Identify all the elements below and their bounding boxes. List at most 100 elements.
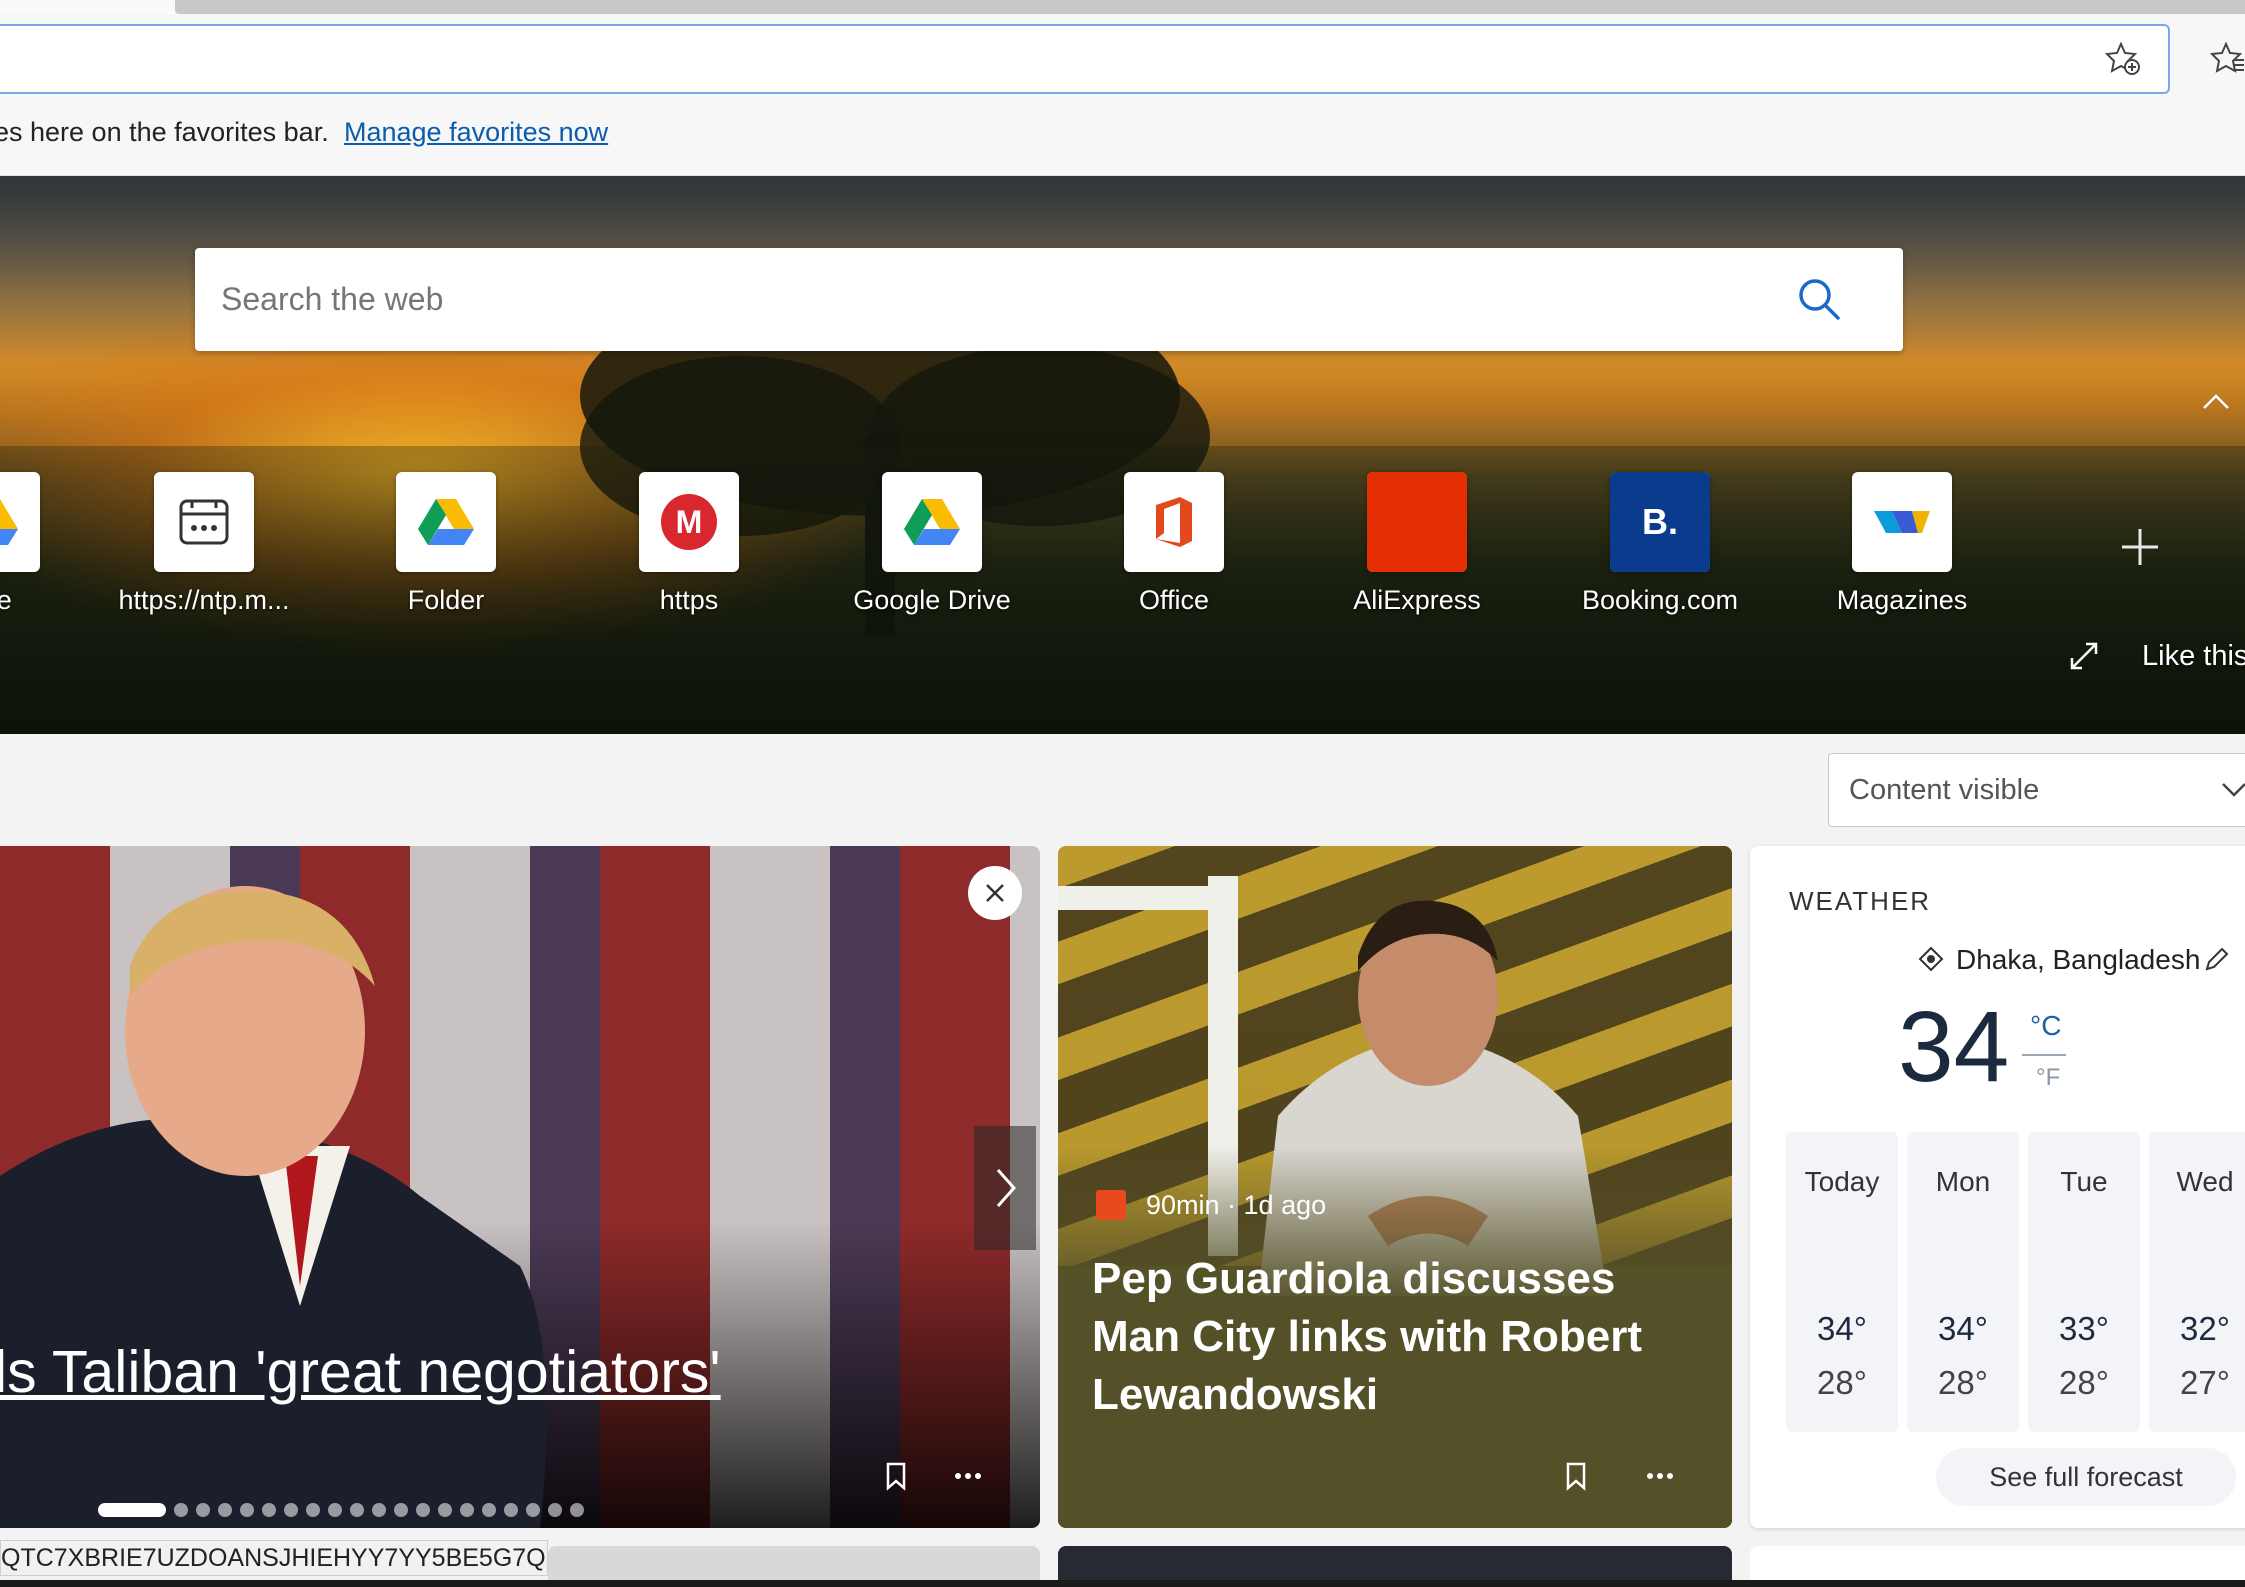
pagination-dot[interactable] [394, 1503, 408, 1517]
current-temperature: 34 [1898, 991, 2010, 1103]
forecast-high: 32° [2180, 1310, 2230, 1347]
forecast-high: 33° [2059, 1310, 2109, 1347]
pagination-dot[interactable] [460, 1503, 474, 1517]
quick-link-label: Google Drive [853, 585, 1011, 615]
quick-link-label: https://ntp.m... [118, 585, 290, 615]
pagination-dot[interactable] [328, 1503, 342, 1517]
quick-link-magazines[interactable] [1852, 472, 1952, 572]
location-pin-icon [1918, 946, 1944, 972]
search-box [195, 248, 1903, 351]
favorites-icon[interactable] [2209, 40, 2245, 76]
news-carousel-card[interactable] [0, 846, 1040, 1528]
pagination-dot[interactable] [174, 1503, 188, 1517]
edit-pencil-icon[interactable] [2202, 944, 2232, 974]
quick-link-label: Folder [407, 585, 485, 615]
chevron-down-icon [2222, 783, 2245, 797]
manage-favorites-link[interactable]: Manage favorites now [344, 117, 608, 148]
source-logo-icon [1096, 1190, 1126, 1220]
carousel-next-chevron-right-icon[interactable] [974, 1126, 1036, 1250]
forecast-low: 28° [2059, 1364, 2109, 1401]
pagination-dot[interactable] [548, 1503, 562, 1517]
see-full-forecast-button[interactable]: See full forecast [1936, 1448, 2236, 1506]
quick-link-booking[interactable]: B. [1610, 472, 1710, 572]
aliexpress-icon [1367, 472, 1467, 572]
search-icon[interactable] [1795, 275, 1843, 323]
forecast-day-name: Wed [2176, 1166, 2234, 1197]
forecast-low: 27° [2180, 1364, 2230, 1401]
pagination-dot[interactable] [372, 1503, 386, 1517]
pagination-dot[interactable] [218, 1503, 232, 1517]
status-bar-url: QTC7XBRIE7UZDOANSJHIEHYY7YY5BE5G7Q... [0, 1540, 548, 1576]
google-drive-icon [0, 499, 18, 545]
magazines-icon [1874, 511, 1930, 533]
pagination-dot[interactable] [284, 1503, 298, 1517]
expand-arrows-icon[interactable] [2066, 638, 2102, 674]
quick-link-aliexpress[interactable] [1367, 472, 1467, 572]
quick-link-label: https [659, 585, 719, 615]
quick-link-label: AliExpress [1353, 585, 1481, 615]
unit-divider [2022, 1054, 2066, 1056]
forecast-day-name: Today [1804, 1166, 1880, 1197]
pagination-dot[interactable] [438, 1503, 452, 1517]
address-bar[interactable] [0, 24, 2170, 94]
google-drive-icon [904, 499, 960, 545]
forecast-high: 34° [1817, 1310, 1867, 1347]
news-headline[interactable]: Pep Guardiola discusses Man City links w… [1092, 1250, 1702, 1424]
bookmark-icon[interactable] [880, 1460, 912, 1492]
forecast-low: 28° [1938, 1364, 1988, 1401]
favorites-bar-message: es here on the favorites bar. [0, 117, 329, 147]
pagination-dot[interactable] [196, 1503, 210, 1517]
content-visibility-label: Content visible [1849, 774, 2040, 806]
pagination-dot[interactable] [306, 1503, 320, 1517]
collapse-chevron-up-icon[interactable] [2196, 388, 2236, 418]
content-visibility-dropdown[interactable]: Content visible [1828, 753, 2245, 827]
forecast-high: 34° [1938, 1310, 1988, 1347]
forecast-day-name: Tue [2060, 1166, 2108, 1197]
pagination-dot[interactable] [240, 1503, 254, 1517]
pagination-dot[interactable] [416, 1503, 430, 1517]
carousel-pagination[interactable] [98, 1502, 584, 1518]
pagination-dot[interactable] [482, 1503, 496, 1517]
news-headline[interactable]: ls Taliban 'great negotiators' [0, 1338, 721, 1406]
weather-location[interactable]: Dhaka, Bangladesh [1956, 944, 2200, 976]
forecast-day-name: Mon [1935, 1166, 1991, 1197]
quick-link-label: Booking.com [1581, 585, 1739, 615]
weather-title: WEATHER [1789, 886, 1932, 916]
unit-fahrenheit-toggle[interactable]: °F [2036, 1064, 2060, 1092]
forecast-low: 28° [1817, 1364, 1867, 1401]
news-card[interactable] [1058, 846, 1732, 1528]
favorites-bar [0, 106, 2245, 176]
pagination-dot[interactable] [350, 1503, 364, 1517]
quick-link-google-drive[interactable] [882, 472, 982, 572]
search-input[interactable] [221, 248, 1781, 351]
pagination-dot[interactable] [526, 1503, 540, 1517]
quick-link-label: Office [1138, 585, 1210, 615]
quick-link-office[interactable] [1124, 472, 1224, 572]
add-favorite-icon[interactable] [2104, 40, 2141, 76]
close-icon[interactable] [968, 866, 1022, 920]
google-drive-icon [418, 499, 474, 545]
page-icon [179, 499, 229, 545]
pagination-dot[interactable] [570, 1503, 584, 1517]
quick-link-drive[interactable] [0, 472, 40, 572]
bookmark-icon[interactable] [1560, 1460, 1592, 1492]
quick-link-label: Magazines [1836, 585, 1968, 615]
quick-link-folder[interactable] [396, 472, 496, 572]
pagination-dot[interactable] [504, 1503, 518, 1517]
like-this-background-link[interactable]: Like this [2142, 640, 2245, 673]
office-icon [1156, 497, 1192, 547]
tab-strip-scrollbar[interactable] [175, 0, 2245, 14]
quick-link-https[interactable]: M [639, 472, 739, 572]
news-photo [0, 886, 547, 1528]
more-options-icon[interactable] [1642, 1460, 1678, 1492]
quick-link-ntp[interactable] [154, 472, 254, 572]
more-options-icon[interactable] [950, 1460, 986, 1492]
mega-icon: M [661, 494, 717, 550]
pagination-dot[interactable] [98, 1503, 166, 1517]
booking-icon: B. [1610, 472, 1710, 572]
window-bottom-edge [0, 1580, 2245, 1587]
add-site-plus-icon[interactable] [2120, 525, 2160, 569]
unit-celsius-toggle[interactable]: °C [2030, 1010, 2061, 1042]
pagination-dot[interactable] [262, 1503, 276, 1517]
news-source: 90min · 1d ago [1146, 1190, 1327, 1220]
